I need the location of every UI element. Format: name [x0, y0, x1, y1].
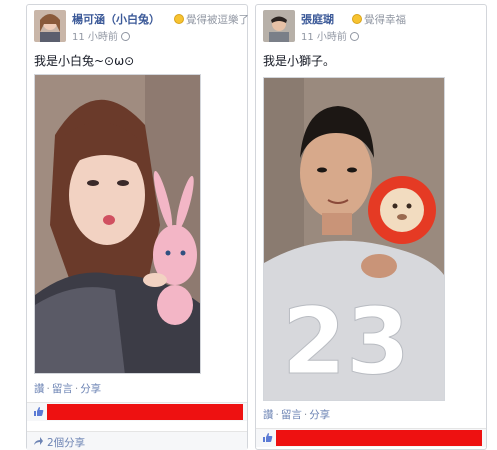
post-card-right: 張庭瑚 覺得幸福 11 小時前 我是小獅子。 23 讚 · 留言 · 分享: [255, 4, 487, 450]
thumbs-up-icon: [263, 433, 273, 442]
timestamp[interactable]: 11 小時前: [301, 28, 359, 43]
post-actions: 讚 · 留言 · 分享: [263, 409, 331, 421]
feeling-text: 覺得幸福: [352, 12, 406, 27]
timestamp[interactable]: 11 小時前: [72, 28, 130, 43]
share-arrow-icon: [34, 437, 43, 445]
smile-icon: [352, 14, 362, 24]
share-link[interactable]: 分享: [80, 383, 101, 395]
shares-count[interactable]: 2個分享: [47, 435, 85, 450]
like-link[interactable]: 讚: [263, 409, 274, 421]
share-link[interactable]: 分享: [309, 409, 330, 421]
globe-icon: [120, 32, 130, 41]
post-text: 我是小獅子。: [263, 54, 336, 68]
feeling-label: 覺得幸福: [364, 14, 406, 26]
like-link[interactable]: 讚: [34, 383, 45, 395]
avatar[interactable]: [263, 10, 295, 42]
author-name[interactable]: 張庭瑚: [301, 11, 334, 27]
redacted-likes: [276, 430, 482, 446]
smile-icon: [174, 14, 184, 24]
likes-bar: [27, 402, 247, 421]
redacted-likes: [47, 404, 243, 420]
comment-link[interactable]: 留言: [52, 383, 73, 395]
feeling-text: 覺得被逗樂了: [174, 12, 249, 27]
post-actions: 讚 · 留言 · 分享: [34, 383, 102, 395]
author-name[interactable]: 楊可涵（小白兔）: [72, 11, 160, 27]
thumbs-up-icon: [34, 407, 44, 416]
post-text: 我是小白兔~⊙ω⊙: [34, 54, 135, 68]
post-photo[interactable]: 23: [263, 77, 445, 401]
post-card-left: 楊可涵（小白兔） 覺得被逗樂了 11 小時前 我是小白兔~⊙ω⊙ 讚 · 留言 …: [26, 4, 249, 450]
likes-bar: [256, 428, 486, 447]
svg-text:23: 23: [282, 288, 410, 395]
comment-link[interactable]: 留言: [281, 409, 302, 421]
timestamp-label[interactable]: 11 小時前: [301, 32, 347, 43]
globe-icon: [349, 32, 359, 41]
timestamp-label[interactable]: 11 小時前: [72, 32, 118, 43]
avatar[interactable]: [34, 10, 66, 42]
feeling-label: 覺得被逗樂了: [186, 14, 249, 26]
post-photo[interactable]: [34, 74, 201, 374]
shares-bar[interactable]: 2個分享: [27, 431, 247, 450]
